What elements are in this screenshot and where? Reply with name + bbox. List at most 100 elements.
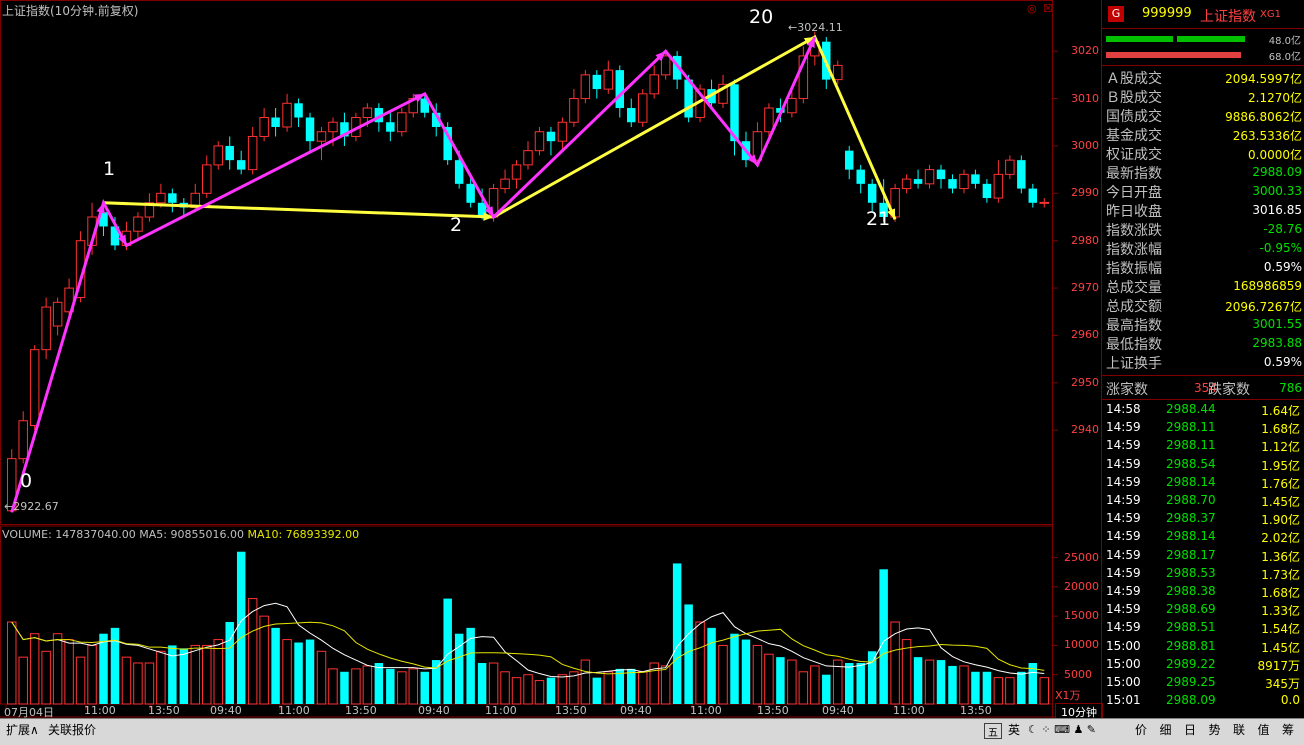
- volume-bar: [924, 659, 935, 705]
- stat-row: 总成交额 2096.7267亿: [1106, 296, 1302, 315]
- candle-body: [901, 178, 912, 190]
- down-label: 跌家数: [1208, 382, 1250, 398]
- chart-frame: [0, 0, 1101, 718]
- stat-value: 2094.5997亿: [1225, 72, 1302, 86]
- candle-body: [1017, 160, 1026, 189]
- candle: [168, 188, 177, 213]
- volume-bar: [1039, 677, 1049, 705]
- stat-value: 3000.33: [1252, 184, 1302, 198]
- candle: [523, 141, 533, 170]
- candle-body: [913, 179, 923, 184]
- candle-body: [466, 183, 475, 203]
- tick-price: 2988.81: [1166, 638, 1216, 653]
- tab-expand[interactable]: 扩展∧: [2, 721, 43, 739]
- candle-body: [271, 117, 280, 127]
- volume-bar: [18, 656, 28, 705]
- stat-label: 总成交量: [1106, 280, 1162, 296]
- volume-bar: [99, 633, 108, 704]
- candle-body: [328, 121, 338, 133]
- stat-label: 今日开盘: [1106, 185, 1162, 201]
- candle-body: [580, 74, 591, 100]
- stat-value: 263.5336亿: [1232, 129, 1302, 143]
- tick-amount: 1.33亿: [1261, 604, 1300, 619]
- tick-price: 2988.54: [1166, 456, 1216, 471]
- close-icon[interactable]: ☒: [1043, 2, 1053, 15]
- buy-bar-green-2: [1177, 36, 1245, 42]
- stat-row: 今日开盘 3000.33: [1106, 182, 1302, 201]
- candle-body: [500, 178, 510, 190]
- quote-panel: G 999999 上证指数 XG1 48.0亿 68.0亿 Ａ股成交 2094.5…: [1101, 0, 1304, 718]
- panel-tab[interactable]: 细: [1156, 721, 1176, 739]
- volume-bar: [121, 656, 132, 705]
- security-code: 999999: [1142, 6, 1192, 21]
- panel-tab[interactable]: 值: [1254, 721, 1274, 739]
- panel-tab[interactable]: 价: [1131, 721, 1151, 739]
- stat-label: 国债成交: [1106, 109, 1162, 125]
- tick-time: 15:01: [1106, 693, 1141, 708]
- volume-bar: [1017, 671, 1026, 704]
- candle: [924, 164, 935, 189]
- volume-bar: [580, 659, 591, 705]
- ime-lang[interactable]: 英: [1004, 721, 1024, 739]
- volume-bar: [179, 648, 189, 704]
- candle-body: [156, 192, 166, 204]
- volume-bar: [351, 668, 361, 705]
- tick-row: 14:59 2988.14 1.76亿: [1104, 475, 1302, 493]
- ime-tools-icon[interactable]: ☾ ⁘ ⌨ ♟ ✎: [1024, 721, 1100, 739]
- tab-related-quotes[interactable]: 关联报价: [44, 721, 100, 739]
- down-count: 786: [1279, 381, 1302, 395]
- price-tick-label: 2970: [1071, 281, 1099, 295]
- tick-row: 15:00 2988.81 1.45亿: [1104, 639, 1302, 657]
- maximize-icon[interactable]: ◎: [1027, 2, 1037, 15]
- chart-title: 上证指数(10分钟.前复权): [2, 4, 139, 18]
- tick-row: 14:59 2988.51 1.54亿: [1104, 620, 1302, 638]
- tick-row: 15:00 2989.22 8917万: [1104, 657, 1302, 675]
- candle: [959, 169, 969, 194]
- candle-body: [867, 183, 877, 203]
- time-tick-label: 11:00: [278, 704, 310, 717]
- candle: [982, 179, 992, 203]
- tick-row: 14:59 2988.69 1.33亿: [1104, 602, 1302, 620]
- volume-bar: [408, 668, 419, 705]
- volume-bar: [236, 551, 246, 704]
- panel-tab[interactable]: 势: [1205, 721, 1225, 739]
- candle-body: [225, 145, 234, 161]
- candle-body: [1039, 201, 1049, 204]
- bottom-toolbar: 扩展∧ 关联报价 五 英 ☾ ⁘ ⌨ ♟ ✎ 价细日势联值筹: [0, 718, 1304, 745]
- panel-tab[interactable]: 筹: [1278, 721, 1298, 739]
- stat-label: 最高指数: [1106, 318, 1162, 334]
- volume-bar: [87, 644, 97, 705]
- stat-row: 指数振幅 0.59%: [1106, 258, 1302, 277]
- candle: [569, 89, 579, 127]
- stat-row: 权证成交 0.0000亿: [1106, 144, 1302, 163]
- candle: [546, 126, 556, 156]
- tick-price: 2988.14: [1166, 529, 1216, 544]
- time-tick-label: 09:40: [822, 704, 854, 717]
- candle: [603, 60, 614, 94]
- candle-body: [316, 131, 327, 142]
- volume-bar: [557, 674, 568, 705]
- candlestick-series: [7, 31, 1049, 513]
- ime-icon[interactable]: 五: [984, 723, 1002, 739]
- volume-tick-label: 15000: [1064, 609, 1099, 623]
- badge-icon[interactable]: G: [1108, 6, 1124, 22]
- stat-label: 权证成交: [1106, 147, 1162, 163]
- volume-bar: [500, 671, 510, 705]
- tick-amount: 1.95亿: [1261, 458, 1300, 473]
- tick-time: 14:59: [1106, 474, 1141, 489]
- candle: [52, 297, 63, 336]
- volume-bar: [546, 677, 556, 704]
- stat-row: 上证换手 0.59%: [1106, 353, 1302, 372]
- tick-price: 2988.17: [1166, 547, 1216, 562]
- time-tick-label: 09:40: [418, 704, 450, 717]
- panel-tab[interactable]: 联: [1229, 721, 1249, 739]
- time-tick-label: 11:00: [485, 704, 517, 717]
- chart-canvas[interactable]: [0, 0, 1101, 718]
- stat-value: 2.1270亿: [1248, 91, 1302, 105]
- volume-bar: [764, 653, 774, 705]
- tick-time: 14:59: [1106, 420, 1141, 435]
- tick-amount: 0.0: [1280, 693, 1300, 708]
- stat-label: 上证换手: [1106, 356, 1162, 372]
- tick-amount: 1.68亿: [1261, 586, 1300, 600]
- panel-tab[interactable]: 日: [1180, 721, 1200, 739]
